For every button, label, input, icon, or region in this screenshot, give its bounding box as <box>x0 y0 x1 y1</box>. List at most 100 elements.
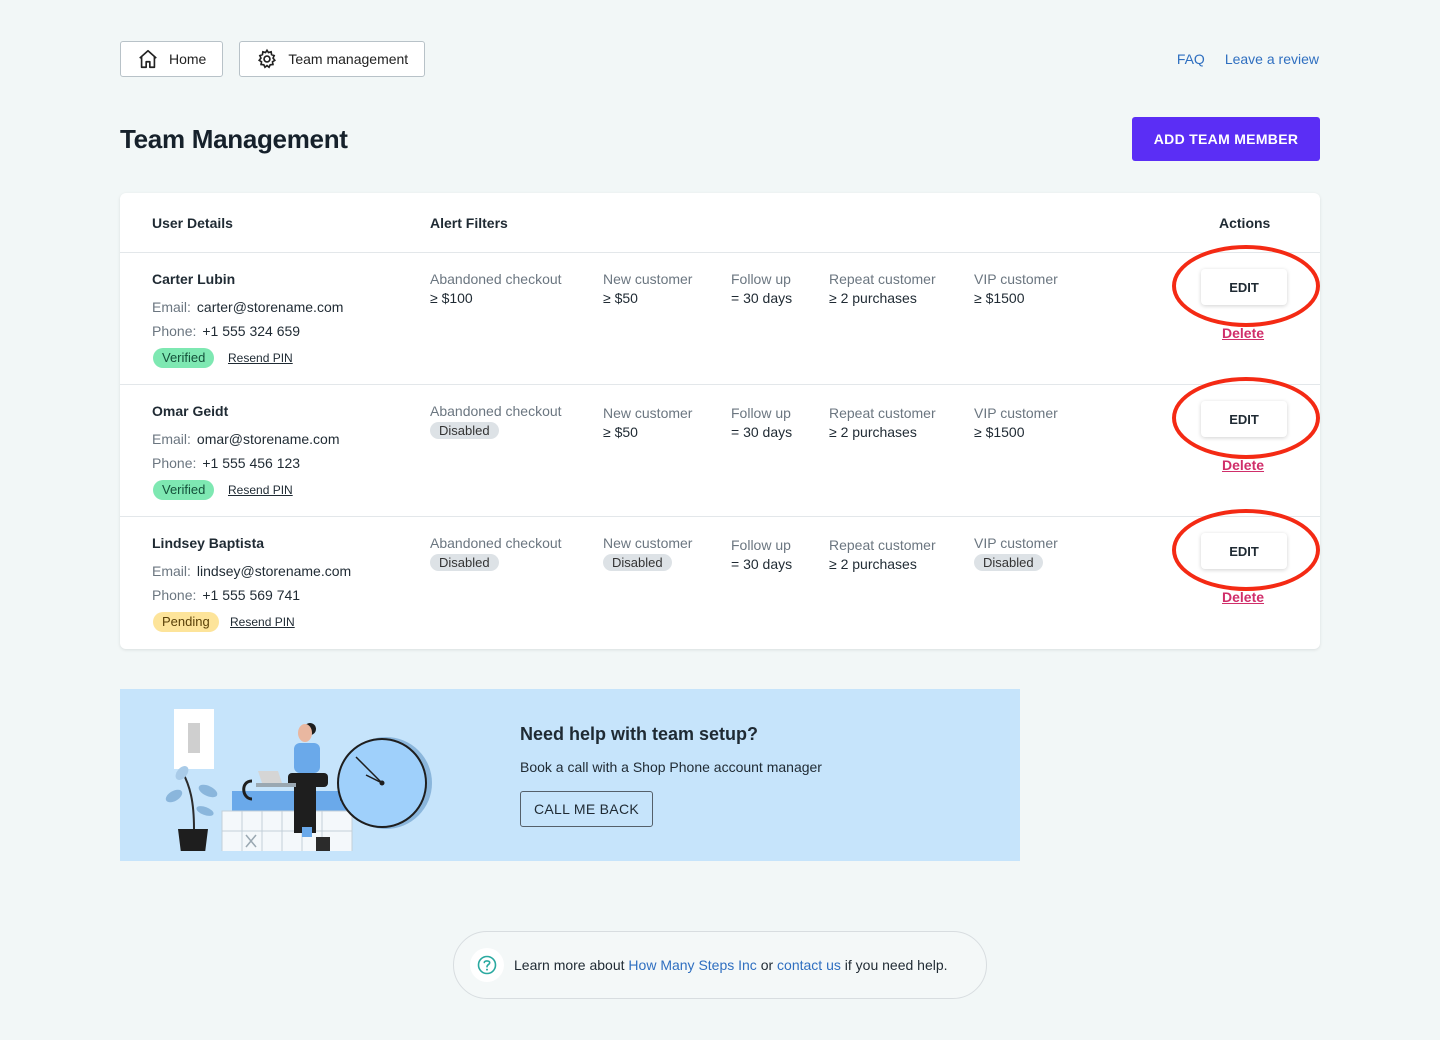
filter-title: New customer <box>603 405 693 421</box>
filter-value: ≥ $50 <box>603 424 638 440</box>
top-links: FAQ Leave a review <box>1177 51 1319 67</box>
table-row: Lindsey Baptista Email: lindsey@storename… <box>120 509 1320 649</box>
footer-prefix: Learn more about <box>514 957 625 973</box>
help-title: Need help with team setup? <box>520 724 759 744</box>
user-email: Email: lindsey@storename.com <box>152 563 351 579</box>
table-header: User Details Alert Filters Actions <box>120 193 1320 253</box>
filter-follow-up: Follow up = 30 days <box>731 537 792 572</box>
email-label: Email: <box>152 431 191 447</box>
disabled-badge: Disabled <box>974 554 1043 571</box>
filter-title: VIP customer <box>974 405 1058 421</box>
edit-button[interactable]: EDIT <box>1201 269 1287 305</box>
filter-title: Abandoned checkout <box>430 535 562 551</box>
user-name: Omar Geidt <box>152 403 229 419</box>
email-value: omar@storename.com <box>196 431 340 447</box>
delete-link[interactable]: Delete <box>1222 589 1264 605</box>
filter-abandoned-checkout: Abandoned checkout Disabled <box>430 535 562 571</box>
home-icon <box>139 49 157 69</box>
filter-title: Abandoned checkout <box>430 403 562 419</box>
filter-value: ≥ 2 purchases <box>829 290 917 306</box>
team-setup-illustration <box>165 709 432 851</box>
filter-value: ≥ 2 purchases <box>829 556 917 572</box>
user-email: Email: carter@storename.com <box>152 299 343 315</box>
email-value: lindsey@storename.com <box>196 563 352 579</box>
filter-value: ≥ $50 <box>603 290 638 306</box>
user-phone: Phone: +1 555 456 123 <box>152 455 300 471</box>
status-badge: Verified <box>153 480 215 500</box>
resend-pin-link[interactable]: Resend PIN <box>228 351 293 365</box>
filter-follow-up: Follow up = 30 days <box>731 271 792 306</box>
team-management-label: Team management <box>288 51 409 67</box>
call-me-back-button[interactable]: CALL ME BACK <box>520 791 653 827</box>
add-team-member-button[interactable]: ADD TEAM MEMBER <box>1132 117 1320 161</box>
phone-value: +1 555 324 659 <box>202 323 301 339</box>
gear-icon <box>258 48 277 69</box>
phone-label: Phone: <box>152 455 197 471</box>
user-email: Email: omar@storename.com <box>152 431 340 447</box>
contact-us-link[interactable]: contact us <box>777 957 841 973</box>
phone-label: Phone: <box>152 587 197 603</box>
resend-pin-link[interactable]: Resend PIN <box>230 615 295 629</box>
edit-button[interactable]: EDIT <box>1201 401 1287 437</box>
filter-vip-customer: VIP customer ≥ $1500 <box>974 271 1058 306</box>
status-badge: Pending <box>153 612 219 632</box>
page-title: Team Management <box>120 124 348 154</box>
delete-link[interactable]: Delete <box>1222 325 1264 341</box>
table-row: Omar Geidt Email: omar@storename.com Phon… <box>120 377 1320 517</box>
phone-label: Phone: <box>152 323 197 339</box>
filter-title: Repeat customer <box>829 537 936 553</box>
phone-value: +1 555 456 123 <box>202 455 301 471</box>
user-phone: Phone: +1 555 569 741 <box>152 587 300 603</box>
filter-title: Follow up <box>731 271 791 287</box>
filter-new-customer: New customer ≥ $50 <box>603 271 692 306</box>
user-name: Lindsey Baptista <box>152 535 265 551</box>
filter-title: VIP customer <box>974 271 1058 287</box>
filter-title: VIP customer <box>974 535 1058 551</box>
filter-vip-customer: VIP customer Disabled <box>974 535 1058 571</box>
filter-follow-up: Follow up = 30 days <box>731 405 792 440</box>
home-button[interactable]: Home <box>120 41 224 77</box>
disabled-badge: Disabled <box>603 554 672 571</box>
filter-abandoned-checkout: Abandoned checkout Disabled <box>430 403 562 439</box>
filter-value: ≥ 2 purchases <box>829 424 917 440</box>
filter-title: Follow up <box>731 405 791 421</box>
status-badge: Verified <box>153 348 215 368</box>
disabled-badge: Disabled <box>430 554 499 571</box>
email-label: Email: <box>152 563 191 579</box>
delete-link[interactable]: Delete <box>1222 457 1264 473</box>
filter-title: Repeat customer <box>829 271 936 287</box>
footer-help: Learn more about How Many Steps Inc or c… <box>453 931 987 999</box>
header-actions: Actions <box>1219 215 1271 231</box>
filter-repeat-customer: Repeat customer ≥ 2 purchases <box>829 271 936 306</box>
phone-value: +1 555 569 741 <box>202 587 301 603</box>
filter-title: New customer <box>603 271 693 287</box>
filter-repeat-customer: Repeat customer ≥ 2 purchases <box>829 405 936 440</box>
filter-title: Abandoned checkout <box>430 271 562 287</box>
table-row: Carter Lubin Email: carter@storename.com … <box>120 245 1320 385</box>
team-management-button[interactable]: Team management <box>239 41 426 77</box>
filter-value: ≥ $1500 <box>974 424 1025 440</box>
header-user-details: User Details <box>152 215 233 231</box>
top-nav: Home Team management <box>120 41 426 77</box>
user-name: Carter Lubin <box>152 271 236 287</box>
filter-new-customer: New customer Disabled <box>603 535 692 571</box>
filter-value: ≥ $1500 <box>974 290 1025 306</box>
leave-review-link[interactable]: Leave a review <box>1225 51 1319 67</box>
help-banner: Need help with team setup? Book a call w… <box>120 689 1020 861</box>
help-subtitle: Book a call with a Shop Phone account ma… <box>520 759 822 775</box>
resend-pin-link[interactable]: Resend PIN <box>228 483 293 497</box>
company-link[interactable]: How Many Steps Inc <box>628 957 756 973</box>
edit-button[interactable]: EDIT <box>1201 533 1287 569</box>
filter-abandoned-checkout: Abandoned checkout ≥ $100 <box>430 271 562 306</box>
filter-value: = 30 days <box>731 290 793 306</box>
home-label: Home <box>169 51 207 67</box>
filter-value: = 30 days <box>731 424 793 440</box>
filter-title: New customer <box>603 535 693 551</box>
email-value: carter@storename.com <box>196 299 344 315</box>
filter-title: Repeat customer <box>829 405 936 421</box>
filter-repeat-customer: Repeat customer ≥ 2 purchases <box>829 537 936 572</box>
filter-new-customer: New customer ≥ $50 <box>603 405 692 440</box>
filter-vip-customer: VIP customer ≥ $1500 <box>974 405 1058 440</box>
team-table: User Details Alert Filters Actions Carte… <box>120 193 1320 649</box>
faq-link[interactable]: FAQ <box>1177 51 1205 67</box>
